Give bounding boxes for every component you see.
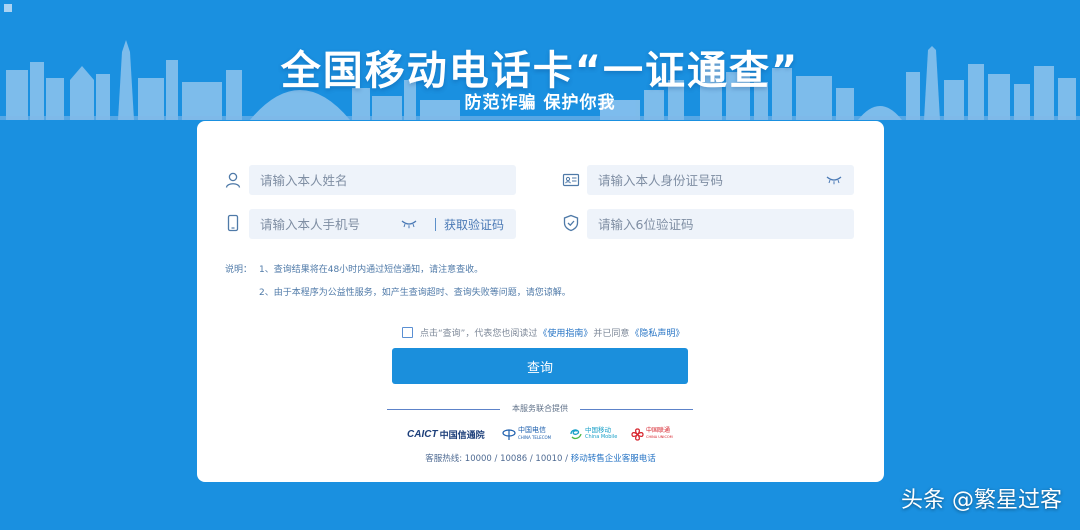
hero-subtitle: 防范诈骗 保护你我 xyxy=(464,93,616,113)
mobile-name: 中国移动 xyxy=(585,426,611,434)
code-field[interactable] xyxy=(587,208,854,240)
providers-divider: 本服务联合提供 xyxy=(387,402,693,416)
id-card-icon xyxy=(562,173,580,187)
phone-icon xyxy=(227,214,239,232)
china-unicom-logo: 中国联通 CHINA UNICOM xyxy=(631,425,673,443)
telecom-name: 中国电信 xyxy=(518,426,546,434)
verification-code-input[interactable] xyxy=(587,208,854,240)
provider-logos: CAICT 中国信通院 中国电信 CHINA TELECOM 中国移动 Chin… xyxy=(407,425,677,443)
instruction-item: 1、查询结果将在48小时内通过短信通知，请注意查收。 xyxy=(259,265,484,275)
telecom-sub: CHINA TELECOM xyxy=(518,435,552,440)
caict-logo: CAICT 中国信通院 xyxy=(407,425,485,443)
caict-name: 中国信通院 xyxy=(439,430,485,441)
hotline: 客服热线: 10000 / 10086 / 10010 / 移动转售企业客服电话 xyxy=(197,452,884,464)
instructions-label: 说明： xyxy=(225,265,253,275)
agree-checkbox[interactable] xyxy=(402,327,413,338)
caict-mark: CAICT xyxy=(407,428,438,440)
divider-line xyxy=(580,409,693,410)
telecom-icon xyxy=(502,429,516,440)
privacy-link[interactable]: 《隐私声明》 xyxy=(630,326,684,339)
agreement-prefix: 点击“查询”，代表您也阅读过 xyxy=(420,329,538,339)
divider xyxy=(434,217,436,231)
query-form-card: 获取验证码 说明： 1、查询结果将在48小时内通过短信通知，请注意查收。 2、由… xyxy=(197,121,884,482)
unicom-icon xyxy=(631,427,644,441)
id-number-input[interactable] xyxy=(587,164,826,196)
hotline-numbers: 客服热线: 10000 / 10086 / 10010 / xyxy=(425,454,571,464)
agreement-middle: 并已同意 xyxy=(593,329,630,339)
shield-icon xyxy=(563,214,579,232)
phone-input[interactable] xyxy=(249,208,401,240)
eye-closed-icon[interactable] xyxy=(401,219,417,229)
user-icon xyxy=(225,172,241,188)
instruction-item: 2、由于本程序为公益性服务，如产生查询超时、查询失败等问题，请您谅解。 xyxy=(259,288,571,298)
query-button[interactable]: 查询 xyxy=(392,348,688,384)
china-telecom-logo: 中国电信 CHINA TELECOM xyxy=(502,425,551,443)
watermark: 头条 @繁星过客 xyxy=(901,488,1062,513)
unicom-sub: CHINA UNICOM xyxy=(646,435,673,439)
get-code-button[interactable]: 获取验证码 xyxy=(444,216,504,233)
china-mobile-logo: 中国移动 China Mobile xyxy=(569,425,617,443)
id-number-field[interactable] xyxy=(587,164,854,196)
mobile-sub: China Mobile xyxy=(585,434,618,440)
mvno-hotline-link[interactable]: 移动转售企业客服电话 xyxy=(571,454,656,464)
agreement-row: 点击“查询”，代表您也阅读过 《使用指南》 并已同意 《隐私声明》 xyxy=(402,326,685,339)
name-input[interactable] xyxy=(249,164,516,196)
mobile-icon xyxy=(570,429,582,440)
name-field[interactable] xyxy=(249,164,516,196)
phone-field[interactable]: 获取验证码 xyxy=(249,208,516,240)
guide-link[interactable]: 《使用指南》 xyxy=(538,326,592,339)
eye-closed-icon[interactable] xyxy=(826,175,842,185)
